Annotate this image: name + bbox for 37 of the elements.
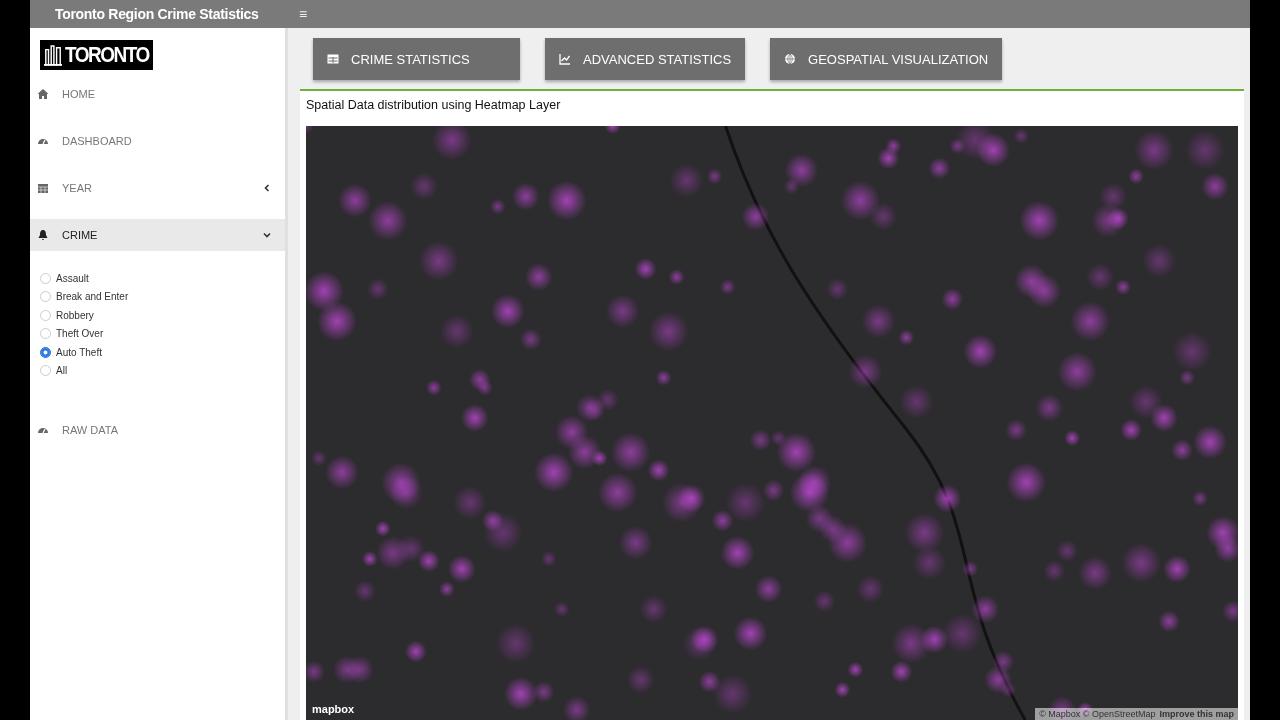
nav-tab-button[interactable]: CRIME STATISTICS	[313, 38, 520, 80]
nav-tab-button[interactable]: ADVANCED STATISTICS	[545, 38, 746, 80]
sidebar-item[interactable]: RAW DATA	[30, 406, 285, 453]
bell-icon	[37, 229, 49, 241]
panel-title: Spatial Data distribution using Heatmap Layer	[306, 97, 562, 114]
sidebar-item[interactable]: HOME	[30, 70, 285, 117]
radio-button[interactable]	[40, 365, 51, 377]
sidebar-item[interactable]: YEAR	[30, 164, 285, 211]
radio-button[interactable]	[40, 346, 51, 358]
app-title: Toronto Region Crime Statistics	[54, 6, 260, 22]
radio-option[interactable]: All	[40, 361, 285, 380]
city-hall-icon	[44, 44, 62, 66]
line-chart-icon	[559, 53, 571, 65]
menu-button[interactable]: ≡	[293, 6, 314, 22]
map-logo[interactable]: mapbox	[312, 703, 355, 715]
radio-option[interactable]: Break and Enter	[40, 287, 285, 306]
city-logo: TORONTO	[40, 40, 153, 70]
heatmap-map[interactable]: mapbox © Mapbox © OpenStreetMap Improve this map	[306, 126, 1238, 720]
radio-option[interactable]: Theft Over	[40, 324, 285, 343]
chevron-left-icon	[263, 183, 271, 192]
radio-button[interactable]	[40, 309, 51, 321]
radio-button[interactable]	[40, 328, 51, 340]
radio-option[interactable]: Assault	[40, 269, 285, 288]
house-icon	[37, 87, 49, 100]
globe-icon	[784, 53, 797, 65]
calendar-icon	[37, 181, 49, 194]
attribution-text: © Mapbox © OpenStreetMap	[1039, 709, 1156, 719]
sidebar-item[interactable]: DASHBOARD	[30, 117, 285, 164]
radio-button[interactable]	[40, 291, 51, 303]
radio-option[interactable]: Auto Theft	[40, 343, 285, 362]
nav-tab-button[interactable]: GEOSPATIAL VISUALIZATION	[770, 38, 1003, 80]
improve-map-link[interactable]: Improve this map	[1159, 709, 1234, 719]
table-icon	[327, 53, 339, 65]
radio-button[interactable]	[40, 272, 51, 284]
chevron-down-icon	[263, 231, 271, 239]
radio-option[interactable]: Robbery	[40, 306, 285, 325]
sidebar-item[interactable]: CRIME	[30, 219, 285, 251]
